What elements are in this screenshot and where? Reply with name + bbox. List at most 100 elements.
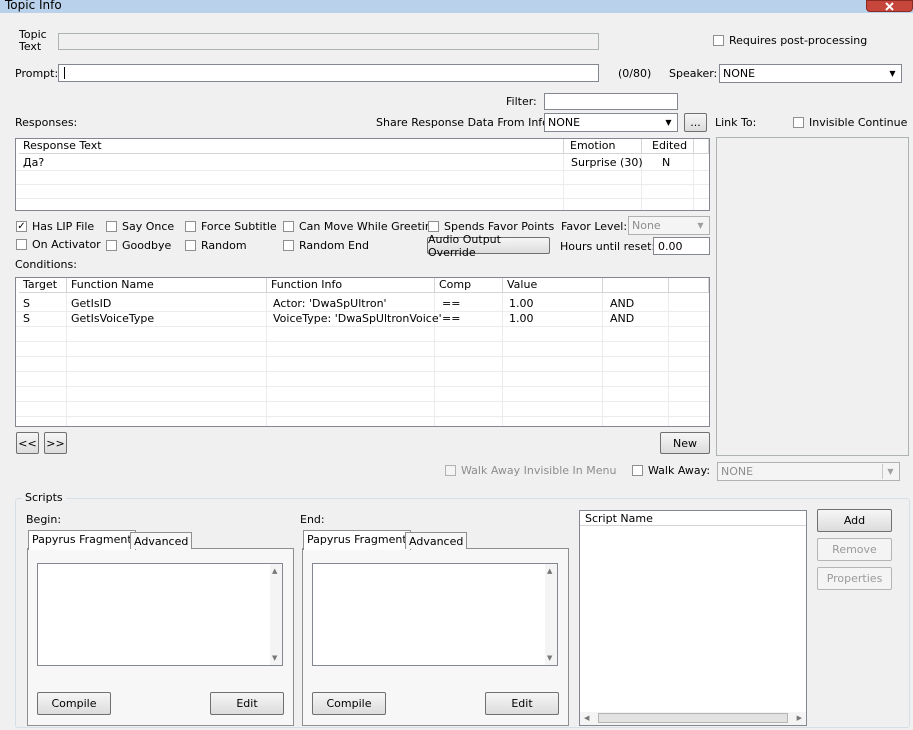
topic-text-field[interactable] [58, 33, 599, 50]
conditions-label: Conditions: [15, 258, 77, 271]
scrollbar[interactable]: ▲ ▼ [270, 564, 282, 665]
scroll-up-icon[interactable]: ▲ [272, 567, 277, 575]
end-edit-button[interactable]: Edit [485, 692, 559, 715]
scroll-up-icon[interactable]: ▲ [547, 567, 552, 575]
on-activator-checkbox[interactable]: On Activator [16, 238, 101, 251]
walk-away-checkbox[interactable]: Walk Away: [632, 464, 710, 477]
title-bar [0, 0, 913, 13]
scroll-down-icon[interactable]: ▼ [547, 654, 552, 662]
responses-label: Responses: [15, 116, 78, 129]
column-header-response-text[interactable]: Response Text [19, 139, 564, 154]
value-cell: 1.00 [509, 297, 534, 310]
column-header-target[interactable]: Target [19, 278, 67, 293]
begin-edit-button[interactable]: Edit [210, 692, 284, 715]
column-header-value[interactable]: Value [503, 278, 603, 293]
say-once-checkbox[interactable]: Say Once [106, 220, 174, 233]
prompt-input[interactable] [58, 64, 599, 82]
grid-line [16, 341, 709, 342]
column-header-function-info[interactable]: Function Info [267, 278, 435, 293]
has-lip-file-checkbox[interactable]: ✓ Has LIP File [16, 220, 94, 233]
function-name-cell: GetIsVoiceType [71, 312, 155, 325]
tab-begin-advanced[interactable]: Advanced [130, 532, 193, 549]
goodbye-checkbox[interactable]: Goodbye [106, 239, 171, 252]
speaker-label: Speaker: [669, 67, 718, 80]
share-response-browse-button[interactable]: ... [684, 113, 707, 132]
column-header-emotion[interactable]: Emotion [564, 139, 642, 154]
properties-button[interactable]: Properties [817, 567, 892, 590]
column-header-and-or[interactable] [603, 278, 669, 293]
begin-compile-button[interactable]: Compile [37, 692, 111, 715]
add-script-button[interactable]: Add [817, 509, 892, 532]
conditions-table[interactable]: Target Function Name Function Info Comp … [15, 277, 710, 427]
scroll-thumb[interactable] [598, 713, 788, 723]
column-header-script-name[interactable]: Script Name [580, 511, 806, 526]
remove-script-button[interactable]: Remove [817, 538, 892, 561]
scripts-group-label: Scripts [22, 491, 66, 504]
grid-line [16, 416, 709, 417]
grid-line [16, 184, 709, 185]
response-text-cell: Да? [23, 156, 45, 169]
walk-away-invisible-checkbox[interactable]: Walk Away Invisible In Menu [445, 464, 616, 477]
dropdown-arrow-icon: ▼ [885, 66, 900, 81]
share-response-label: Share Response Data From Info: [376, 116, 553, 129]
tab-end-papyrus-fragment[interactable]: Papyrus Fragment [303, 530, 411, 550]
column-header-edited[interactable]: Edited [642, 139, 694, 154]
grid-line [563, 154, 564, 210]
column-header-function-name[interactable]: Function Name [67, 278, 267, 293]
close-button[interactable] [866, 0, 913, 12]
grid-line [668, 293, 669, 426]
random-end-checkbox[interactable]: Random End [283, 239, 369, 252]
and-or-cell: AND [610, 312, 635, 325]
scrollbar[interactable]: ▲ ▼ [545, 564, 557, 665]
and-or-cell: AND [610, 297, 635, 310]
spends-favor-points-checkbox[interactable]: Spends Favor Points [428, 220, 554, 233]
begin-label: Begin: [26, 513, 62, 526]
walk-away-select[interactable]: NONE ▼ [717, 462, 900, 481]
prompt-counter: (0/80) [618, 67, 652, 80]
requires-post-processing-checkbox[interactable]: Requires post-processing [713, 34, 867, 47]
audio-output-override-button[interactable]: Audio Output Override [427, 233, 550, 259]
condition-move-up-button[interactable]: << [16, 432, 39, 454]
condition-move-down-button[interactable]: >> [44, 432, 67, 454]
scroll-down-icon[interactable]: ▼ [272, 654, 277, 662]
checkbox-box [185, 240, 196, 251]
grid-line [266, 293, 267, 426]
tab-end-advanced[interactable]: Advanced [405, 532, 468, 549]
column-header-filler [669, 278, 709, 293]
share-response-select[interactable]: NONE ▼ [544, 113, 678, 132]
favor-level-select[interactable]: None ▼ [628, 216, 710, 235]
new-condition-button[interactable]: New [660, 432, 710, 454]
horizontal-scrollbar[interactable]: ◀ ▶ [580, 712, 806, 725]
filter-input[interactable] [544, 93, 678, 110]
column-header-comp[interactable]: Comp [435, 278, 503, 293]
dropdown-arrow-icon: ▼ [882, 464, 898, 479]
end-label: End: [300, 513, 325, 526]
dropdown-arrow-icon: ▼ [661, 115, 676, 130]
begin-fragment-editor[interactable]: ▲ ▼ [37, 563, 283, 666]
random-checkbox[interactable]: Random [185, 239, 247, 252]
invisible-continue-checkbox[interactable]: Invisible Continue [793, 116, 907, 129]
filter-label: Filter: [506, 95, 537, 108]
speaker-select[interactable]: NONE ▼ [719, 64, 902, 83]
force-subtitle-checkbox[interactable]: Force Subtitle [185, 220, 277, 233]
checkbox-box [106, 221, 117, 232]
end-fragment-editor[interactable]: ▲ ▼ [312, 563, 558, 666]
grid-line [16, 356, 709, 357]
grid-line [693, 154, 694, 210]
scroll-right-icon[interactable]: ▶ [797, 714, 802, 722]
check-icon: ✓ [16, 220, 27, 232]
responses-table[interactable]: Response Text Emotion Edited Да? Surpris… [15, 138, 710, 211]
checkbox-box [16, 239, 27, 250]
hours-until-reset-input[interactable]: 0.00 [653, 237, 710, 255]
comp-cell: == [442, 312, 461, 325]
link-to-list[interactable] [716, 137, 909, 456]
can-move-while-greeting-checkbox[interactable]: Can Move While Greeting [283, 220, 439, 233]
script-name-list[interactable]: Script Name ◀ ▶ [579, 510, 807, 726]
link-to-label: Link To: [715, 116, 757, 129]
value-cell: 1.00 [509, 312, 534, 325]
checkbox-box [793, 117, 804, 128]
grid-line [16, 371, 709, 372]
tab-begin-papyrus-fragment[interactable]: Papyrus Fragment [28, 530, 136, 550]
scroll-left-icon[interactable]: ◀ [584, 714, 589, 722]
end-compile-button[interactable]: Compile [312, 692, 386, 715]
